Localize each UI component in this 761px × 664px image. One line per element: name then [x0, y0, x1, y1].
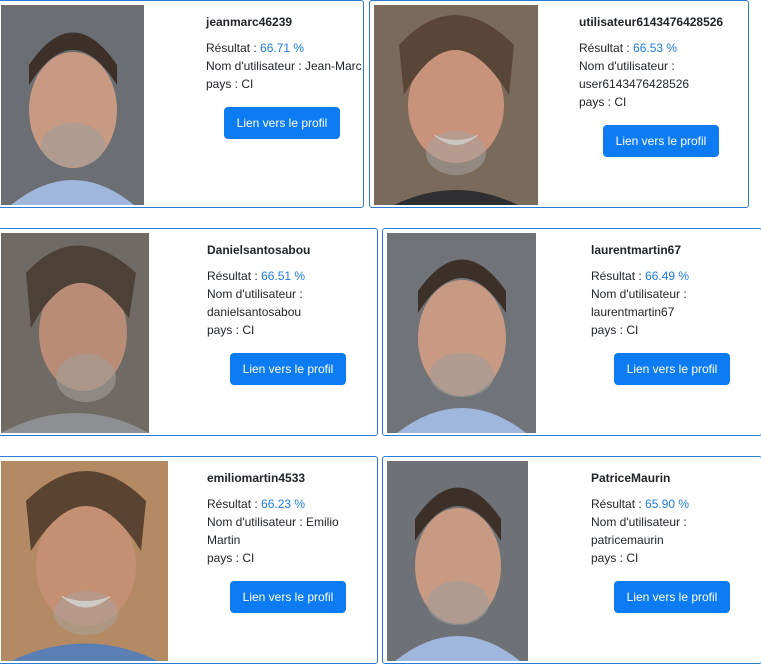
score-value: 66.71 %	[260, 41, 305, 55]
profile-link-button[interactable]: Lien vers le profil	[614, 581, 730, 613]
result-card: laurentmartin67 Résultat : 66.49 % Nom d…	[382, 228, 761, 436]
display-name: Nom d'utilisateur : Emilio	[207, 515, 339, 529]
profile-photo	[387, 461, 528, 661]
username: laurentmartin67	[591, 243, 682, 257]
score-value: 66.51 %	[261, 269, 306, 283]
score-value: 65.90 %	[645, 497, 690, 511]
score-value: 66.53 %	[633, 41, 678, 55]
username: PatriceMaurin	[591, 471, 671, 485]
display-name-cont: laurentmartin67	[591, 305, 675, 319]
country: pays : CI	[579, 95, 627, 109]
display-name: Nom d'utilisateur :	[207, 287, 303, 301]
display-name: Nom d'utilisateur : Jean-Marc	[206, 59, 362, 73]
profile-link-button[interactable]: Lien vers le profil	[603, 125, 719, 157]
profile-link-button[interactable]: Lien vers le profil	[230, 353, 346, 385]
display-name-cont: Martin	[207, 533, 241, 547]
display-name: Nom d'utilisateur :	[591, 515, 687, 529]
score-value: 66.49 %	[645, 269, 690, 283]
result-card: emiliomartin4533 Résultat : 66.23 % Nom …	[0, 456, 378, 664]
result-score-line: Résultat : 66.71 %	[206, 41, 305, 55]
result-score-line: Résultat : 66.51 %	[207, 269, 306, 283]
profile-photo	[1, 233, 149, 433]
display-name: Nom d'utilisateur :	[579, 59, 675, 73]
result-score-line: Résultat : 66.23 %	[207, 497, 306, 511]
result-card: jeanmarc46239 Résultat : 66.71 % Nom d'u…	[0, 0, 364, 208]
score-value: 66.23 %	[261, 497, 306, 511]
display-name-cont: patricemaurin	[591, 533, 664, 547]
username: utilisateur6143476428526	[579, 15, 724, 29]
result-score-line: Résultat : 66.53 %	[579, 41, 678, 55]
display-name-cont: danielsantosabou	[207, 305, 302, 319]
profile-photo	[1, 461, 168, 661]
profile-photo	[374, 5, 538, 205]
country: pays : CI	[591, 551, 639, 565]
result-card: utilisateur6143476428526 Résultat : 66.5…	[369, 0, 749, 208]
country: pays : CI	[207, 551, 255, 565]
country: pays : CI	[591, 323, 639, 337]
username: Danielsantosabou	[207, 243, 311, 257]
profile-photo	[1, 5, 144, 205]
display-name: Nom d'utilisateur :	[591, 287, 687, 301]
result-card: Danielsantosabou Résultat : 66.51 % Nom …	[0, 228, 378, 436]
result-score-line: Résultat : 66.49 %	[591, 269, 690, 283]
country: pays : CI	[206, 77, 254, 91]
display-name-cont: user6143476428526	[579, 77, 690, 91]
username: emiliomartin4533	[207, 471, 306, 485]
username: jeanmarc46239	[206, 15, 293, 29]
profile-link-button[interactable]: Lien vers le profil	[230, 581, 346, 613]
country: pays : CI	[207, 323, 255, 337]
profile-link-button[interactable]: Lien vers le profil	[224, 107, 340, 139]
result-card: PatriceMaurin Résultat : 65.90 % Nom d'u…	[382, 456, 761, 664]
result-score-line: Résultat : 65.90 %	[591, 497, 690, 511]
profile-link-button[interactable]: Lien vers le profil	[614, 353, 730, 385]
profile-photo	[387, 233, 536, 433]
